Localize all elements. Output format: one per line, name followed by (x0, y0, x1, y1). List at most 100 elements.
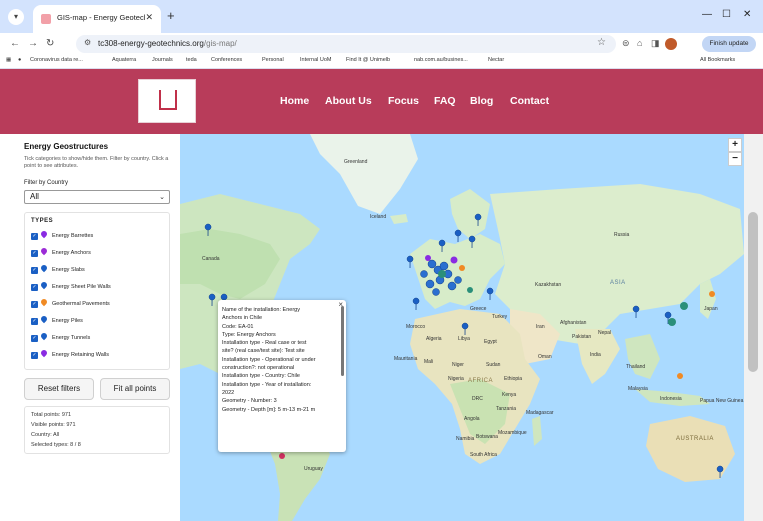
extension-icon[interactable]: ⌂ (637, 38, 642, 48)
nav-home[interactable]: Home (280, 95, 309, 107)
bookmark-3[interactable]: teda (186, 57, 197, 63)
apps-icon[interactable]: ▦ (6, 57, 11, 63)
site-logo[interactable] (138, 79, 196, 123)
marker-pin-icon (412, 297, 420, 311)
reload-icon[interactable]: ↻ (46, 38, 54, 49)
scrollbar-thumb[interactable] (748, 212, 758, 372)
zoom-out-button[interactable]: − (728, 152, 742, 166)
new-tab-icon[interactable]: + (167, 9, 175, 23)
site-info-icon[interactable]: ⚙ (84, 38, 91, 47)
sidebar-title: Energy Geostructures (24, 142, 109, 151)
popup-line: site? (real case/test site): Test site (222, 348, 305, 355)
bookmark-8[interactable]: nab.com.au/busines... (414, 57, 468, 63)
nav-blog[interactable]: Blog (470, 95, 493, 107)
checkbox-checked[interactable]: ✓ (31, 352, 38, 359)
type-row-geothermal-pavements[interactable]: ✓ Geothermal Pavements (31, 297, 167, 311)
country-select-value: All (30, 192, 39, 201)
bookmark-6[interactable]: Internal UoM (300, 57, 332, 63)
maximize-icon[interactable]: ☐ (722, 9, 731, 20)
country-filter-label: Filter by Country (24, 180, 69, 186)
marker-cluster (439, 261, 449, 271)
marker-pin-icon (461, 322, 469, 336)
tab-gis-map[interactable]: GIS-map - Energy Geotechnics ✕ (33, 5, 161, 33)
checkbox-checked[interactable]: ✓ (31, 250, 38, 257)
popup-line: Installation type - Country: Chile (222, 373, 300, 380)
popup-line: Installation type - Year of installation… (222, 381, 312, 388)
close-window-icon[interactable]: ✕ (743, 9, 751, 20)
site-header: Home About Us Focus FAQ Blog Contact (0, 69, 763, 134)
checkbox-checked[interactable]: ✓ (31, 233, 38, 240)
marker-pin-icon (438, 239, 446, 253)
finish-update-button[interactable]: Finish update (702, 36, 756, 52)
nav-about-us[interactable]: About Us (325, 95, 372, 107)
country-select[interactable]: All ⌄ (24, 190, 170, 204)
type-row-energy-barrettes[interactable]: ✓ Energy Barrettes (31, 229, 167, 243)
bookmark-9[interactable]: Nectar (488, 57, 504, 63)
bookmark-7[interactable]: Find It @ Unimelb (346, 57, 390, 63)
lens-icon[interactable]: ⊜ (622, 38, 630, 49)
tab-close-icon[interactable]: ✕ (145, 12, 153, 23)
tab-search-icon[interactable]: ▾ (8, 9, 24, 25)
checkbox-checked[interactable]: ✓ (31, 335, 38, 342)
marker-pin-icon (468, 235, 476, 249)
popup-line: Anchors in Chile (222, 315, 263, 322)
favicon-icon (41, 14, 51, 24)
all-bookmarks[interactable]: All Bookmarks (700, 57, 735, 63)
marker-pin-icon (39, 314, 49, 324)
reset-filters-button[interactable]: Reset filters (24, 378, 94, 400)
checkbox-checked[interactable]: ✓ (31, 284, 38, 291)
bookmark-2[interactable]: Journals (152, 57, 173, 63)
type-label: Energy Anchors (52, 250, 91, 256)
bookmark-5[interactable]: Personal (262, 57, 284, 63)
bookmark-4[interactable]: Conferences (211, 57, 242, 63)
popup-line: Installation type - Operational or under (222, 356, 316, 363)
popup-scrollbar[interactable] (341, 306, 344, 376)
browser-tab-bar: ▾ GIS-map - Energy Geotechnics ✕ + — ☐ ✕ (0, 0, 763, 33)
nav-contact[interactable]: Contact (510, 95, 549, 107)
marker-cluster (438, 270, 446, 278)
marker-cluster (459, 265, 465, 271)
marker-cluster (450, 256, 458, 264)
marker-cluster (447, 281, 457, 291)
type-row-energy-sheet-pile-walls[interactable]: ✓ Energy Sheet Pile Walls (31, 280, 167, 294)
page-scrollbar[interactable] (744, 134, 763, 521)
marker-pin-icon (406, 255, 414, 269)
filter-sidebar: Energy Geostructures Tick categories to … (14, 134, 180, 521)
checkbox-checked[interactable]: ✓ (31, 318, 38, 325)
checkbox-checked[interactable]: ✓ (31, 301, 38, 308)
bookmark-0[interactable]: Coronavirus data re... (30, 57, 83, 63)
checkbox-checked[interactable]: ✓ (31, 267, 38, 274)
marker-pin-icon (454, 229, 462, 243)
bookmark-star-icon[interactable]: ☆ (597, 37, 606, 48)
marker-pin-icon (208, 293, 216, 307)
forward-icon[interactable]: → (28, 38, 38, 49)
type-label: Energy Sheet Pile Walls (52, 284, 111, 290)
marker-cluster (467, 287, 473, 293)
zoom-in-button[interactable]: + (728, 138, 742, 152)
fit-all-points-button[interactable]: Fit all points (100, 378, 170, 400)
bookmark-1[interactable]: Aquaterra (112, 57, 136, 63)
type-row-energy-anchors[interactable]: ✓ Energy Anchors (31, 246, 167, 260)
stat-selected: Selected types: 8 / 8 (31, 442, 81, 448)
type-label: Geothermal Pavements (52, 301, 110, 307)
marker-pin-icon (474, 213, 482, 227)
url-bar[interactable]: ⚙ tc308-energy-geotechnics.org/gis-map/ … (76, 35, 616, 53)
type-row-energy-piles[interactable]: ✓ Energy Piles (31, 314, 167, 328)
nav-focus[interactable]: Focus (388, 95, 419, 107)
marker-pin-icon (39, 348, 49, 358)
types-panel: TYPES ✓ Energy Barrettes ✓ Energy Anchor… (24, 212, 170, 370)
type-row-energy-tunnels[interactable]: ✓ Energy Tunnels (31, 331, 167, 345)
marker-pin-icon (204, 223, 212, 237)
stat-visible: Visible points: 971 (31, 422, 76, 428)
minimize-icon[interactable]: — (702, 9, 712, 20)
github-icon[interactable]: ● (18, 57, 21, 63)
puzzle-icon[interactable]: ◨ (651, 38, 660, 49)
profile-avatar[interactable] (665, 38, 677, 50)
type-row-energy-slabs[interactable]: ✓ Energy Slabs (31, 263, 167, 277)
marker-cluster (432, 288, 440, 296)
back-icon[interactable]: ← (10, 38, 20, 49)
world-map[interactable]: Greenland Iceland Canada Russia Kazakhst… (180, 134, 744, 521)
type-row-energy-retaining-walls[interactable]: ✓ Energy Retaining Walls (31, 348, 167, 362)
marker-cluster (677, 373, 683, 379)
nav-faq[interactable]: FAQ (434, 95, 456, 107)
